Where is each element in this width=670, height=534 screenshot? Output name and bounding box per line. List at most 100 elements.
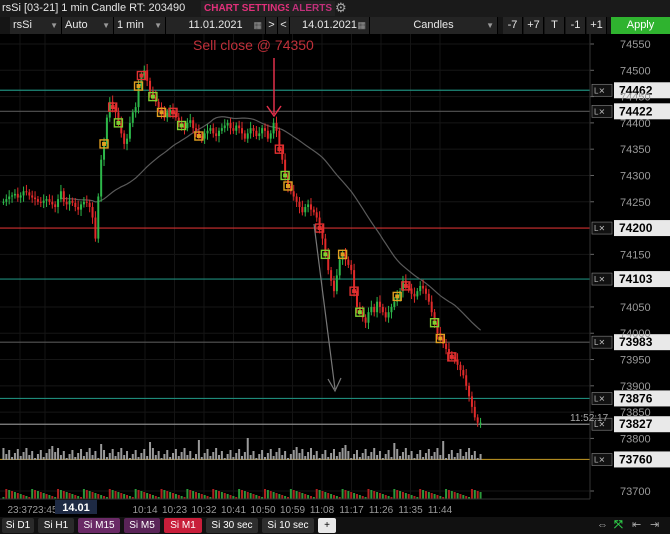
add-tab-button[interactable]: + bbox=[318, 518, 336, 533]
volume-bar bbox=[307, 452, 310, 460]
volume-bar bbox=[479, 454, 482, 460]
nav-next-button[interactable]: > bbox=[266, 17, 278, 34]
volume-bar bbox=[149, 442, 152, 460]
candle-body bbox=[206, 130, 209, 134]
nav-next-label: > bbox=[268, 19, 275, 31]
volume-bar bbox=[91, 455, 94, 460]
delta-bar bbox=[422, 490, 425, 499]
delta-bar bbox=[307, 495, 310, 499]
volume-bar bbox=[258, 454, 261, 460]
fullscreen-icon[interactable]: ⤧ bbox=[614, 518, 623, 533]
tab-si-m1[interactable]: Si M1 bbox=[164, 518, 202, 533]
volume-bar bbox=[312, 455, 315, 460]
plus-7-button[interactable]: +7 bbox=[524, 17, 544, 34]
volume-bar bbox=[74, 457, 77, 460]
tab-si-m15[interactable]: Si M15 bbox=[78, 518, 120, 533]
delta-bar bbox=[341, 489, 344, 499]
candle-body bbox=[410, 288, 413, 294]
candle-body bbox=[266, 130, 269, 139]
scroll-right-icon[interactable]: ⇥ bbox=[650, 518, 659, 533]
volume-bar bbox=[473, 451, 476, 460]
tab-si-10-sec[interactable]: Si 10 sec bbox=[262, 518, 314, 533]
delta-bar bbox=[117, 492, 120, 499]
tab-si-m5[interactable]: Si M5 bbox=[124, 518, 160, 533]
volume-bar bbox=[353, 454, 356, 460]
candle-body bbox=[384, 312, 387, 318]
volume-bar bbox=[355, 450, 358, 460]
candle-body bbox=[252, 128, 255, 131]
delta-bar bbox=[8, 490, 11, 499]
candle-body bbox=[370, 306, 373, 313]
candle-body bbox=[126, 138, 129, 144]
delta-bar bbox=[88, 491, 91, 499]
alerts-button[interactable]: ALERTS bbox=[289, 1, 335, 16]
candle-body bbox=[249, 128, 252, 134]
volume-bar bbox=[68, 454, 71, 460]
calendar-icon[interactable]: ▦ bbox=[253, 17, 262, 34]
tab-si-h1[interactable]: Si H1 bbox=[38, 518, 74, 533]
t-button[interactable]: T bbox=[545, 17, 565, 34]
volume-bar bbox=[94, 451, 97, 460]
delta-bar bbox=[123, 494, 126, 499]
candle-body bbox=[223, 125, 226, 129]
candle-body bbox=[25, 191, 28, 193]
candle-body bbox=[91, 207, 94, 218]
nav-prev-button[interactable]: < bbox=[278, 17, 290, 34]
trade-marker-dot bbox=[277, 147, 282, 152]
volume-bar bbox=[100, 444, 103, 460]
delta-bar bbox=[226, 494, 229, 499]
resize-icon[interactable]: ⇔ bbox=[597, 518, 608, 533]
candle-body bbox=[28, 192, 31, 196]
apply-button[interactable]: Apply bbox=[611, 17, 670, 34]
volume-bar bbox=[88, 448, 91, 460]
price-chart[interactable]: L✕ 74462L✕ 74422L✕ 74200L✕ 74103L✕ 73983L✕ 738… bbox=[0, 34, 670, 517]
volume-bar bbox=[450, 450, 453, 460]
volume-bar bbox=[5, 454, 8, 460]
candle-body bbox=[373, 306, 376, 313]
calendar-icon[interactable]: ▦ bbox=[357, 17, 366, 34]
candle-body bbox=[71, 200, 74, 203]
chart-type-select[interactable]: Candles ▼ bbox=[370, 17, 498, 34]
candle-body bbox=[330, 270, 333, 281]
candle-body bbox=[2, 201, 5, 203]
sell-annotation: Sell close @ 74350 bbox=[193, 37, 314, 53]
scroll-left-icon[interactable]: ⇤ bbox=[632, 518, 641, 533]
tab-si-30-sec[interactable]: Si 30 sec bbox=[206, 518, 258, 533]
interval-select[interactable]: 1 min ▼ bbox=[114, 17, 166, 34]
candle-body bbox=[215, 133, 218, 137]
trade-marker-dot bbox=[352, 289, 357, 294]
minus-7-button[interactable]: -7 bbox=[503, 17, 523, 34]
delta-bar bbox=[249, 493, 252, 499]
date-to-value: 14.01.2021 bbox=[301, 19, 358, 31]
delta-bar bbox=[111, 490, 114, 499]
gear-icon[interactable]: ⚙ bbox=[335, 0, 347, 16]
volume-bar bbox=[11, 457, 14, 460]
candle-body bbox=[390, 306, 393, 313]
scale-select[interactable]: Auto ▼ bbox=[62, 17, 114, 34]
trade-marker-dot bbox=[196, 134, 201, 139]
volume-bar bbox=[206, 449, 209, 460]
candle-body bbox=[68, 200, 71, 205]
volume-bar bbox=[42, 457, 45, 460]
delta-bar bbox=[321, 491, 324, 499]
symbol-select[interactable]: rsSi ▼ bbox=[10, 17, 62, 34]
delta-bar bbox=[143, 492, 146, 499]
delta-bar bbox=[278, 494, 281, 499]
chart-settings-button[interactable]: CHART SETTINGS bbox=[201, 1, 295, 16]
volume-bar bbox=[338, 452, 341, 460]
volume-bar bbox=[376, 455, 379, 460]
plus-1-button[interactable]: +1 bbox=[587, 17, 607, 34]
volume-bar bbox=[31, 451, 34, 460]
tab-si-d1[interactable]: Si D1 bbox=[2, 518, 34, 533]
candle-body bbox=[387, 312, 390, 318]
x-tick-label: 10:50 bbox=[250, 505, 275, 516]
window-title: rsSi [03-21] 1 min Candle RT: 203490 bbox=[2, 2, 186, 14]
date-to-field[interactable]: 14.01.2021 ▦ bbox=[290, 17, 370, 34]
trade-marker-dot bbox=[357, 310, 362, 315]
delta-bar bbox=[353, 493, 356, 499]
date-badge: 14.01 bbox=[62, 502, 90, 514]
candle-body bbox=[378, 301, 381, 307]
minus-1-button[interactable]: -1 bbox=[566, 17, 586, 34]
date-from-field[interactable]: 11.01.2021 ▦ bbox=[166, 17, 266, 34]
volume-bar bbox=[410, 451, 413, 460]
